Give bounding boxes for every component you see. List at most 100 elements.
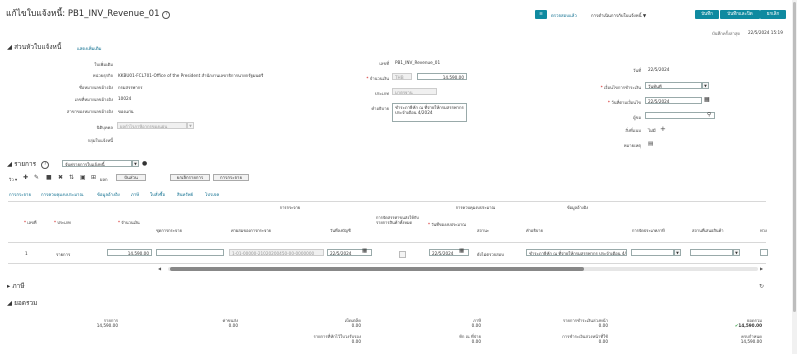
horizontal-scrollbar-thumb[interactable]	[170, 267, 584, 271]
row-more-field[interactable]	[760, 249, 768, 256]
column-header-distribution-set: ชุดการกระจาย	[156, 228, 182, 233]
payment-terms-dropdown-icon[interactable]: ▼	[702, 82, 709, 89]
edit-icon[interactable]: ✎	[34, 174, 39, 181]
match-lines-dropdown-icon[interactable]: ▼	[132, 160, 139, 167]
view-menu[interactable]: วิว ▾	[9, 176, 17, 183]
last-saved-value: 22/5/2024 15:19	[748, 30, 783, 35]
page-scrollbar-thumb[interactable]	[793, 2, 796, 312]
notes-label: หมายเหตุ	[623, 143, 641, 148]
tab-budget-control[interactable]: การควบคุมงบประมาณ	[41, 191, 83, 198]
invoice-group-label: กลุ่มใบแจ้งหนี้	[87, 138, 113, 143]
misc-value: 0.00	[351, 323, 361, 328]
column-header-more: ห่วง	[760, 228, 767, 233]
terms-date-label: * วันที่ตามเงื่อนไข	[607, 100, 641, 105]
scroll-right-icon[interactable]: ▶	[760, 266, 768, 271]
add-attachment-icon[interactable]: +	[660, 125, 666, 133]
invoice-number-value: PB1_INV_Revenue_01	[395, 60, 441, 65]
row-distribution-combination-field: 1-01-00000-21020200450-00-0000000	[229, 249, 324, 256]
help-icon[interactable]: ?	[162, 11, 171, 19]
tab-distribution[interactable]: การกระจาย	[9, 191, 31, 198]
calendar-icon[interactable]: ▦	[704, 96, 710, 103]
search-icon[interactable]: ⚲	[707, 112, 711, 118]
amount-input[interactable]: 14,590.00	[417, 73, 467, 80]
tax-section-title[interactable]: ▸ ภาษี	[7, 281, 25, 291]
invoice-number-label: เลขที่	[379, 61, 389, 66]
match-lines-select[interactable]: จับคู่รายการใบแจ้งหนี้	[62, 160, 132, 167]
export-link[interactable]: ผลก	[100, 176, 108, 183]
view-menu-label: วิว	[9, 177, 14, 182]
filter-icon[interactable]: ▣	[80, 174, 86, 181]
chevron-down-icon: ▼	[642, 14, 647, 19]
column-header-budget-date-text: วันที่ของงบประมาณ	[431, 222, 466, 227]
totals-section-title[interactable]: ◢ ยอดรวม	[7, 298, 37, 308]
calendar-icon[interactable]: ▦	[459, 248, 464, 254]
remove-icon[interactable]: ✖	[58, 174, 63, 181]
freight-allocation-checkbox[interactable]	[399, 251, 406, 258]
freight-value: 0.00	[228, 323, 238, 328]
delete-icon[interactable]: ■	[46, 174, 52, 181]
cancel-button[interactable]: ยกเลิก	[760, 10, 786, 19]
expand-triangle-icon: ▸	[7, 282, 11, 290]
split-icon[interactable]: ⇅	[69, 174, 74, 181]
collapse-triangle-icon: ◢	[7, 299, 12, 307]
row-amount-input[interactable]: 14,590.00	[107, 249, 152, 256]
column-header-ship-from: สถานที่เสนอสินค้า	[692, 228, 724, 233]
legal-entity-dropdown-icon: ▼	[187, 122, 194, 129]
tab-asset[interactable]: สินทรัพย์	[177, 191, 193, 198]
add-row-icon[interactable]: ✚	[23, 174, 28, 181]
description-textarea[interactable]: ชำระภาษีหัก ณ ที่จ่ายให้กรมสรรพากร ประจำ…	[392, 103, 467, 122]
invoice-actions-menu[interactable]: การดำเนินการกับใบแจ้งหนี้ ▼	[591, 12, 646, 19]
invoice-date-label: วันที่	[633, 68, 641, 73]
grand-total-value-text: 14,590.00	[738, 323, 762, 328]
column-header-freight-allocation: การจัดสรรค่าขนส่งให้กับรายการสินค้าทั้งห…	[376, 215, 419, 225]
collapse-triangle-icon: ◢	[7, 160, 12, 168]
distribute-button[interactable]: ปันส่วน	[116, 174, 146, 181]
row-type: รายการ	[56, 252, 71, 257]
go-icon[interactable]: ●	[142, 160, 147, 167]
tab-reference[interactable]: ข้อมูลอ้างอิง	[97, 191, 120, 198]
show-more-link[interactable]: แสดงเพิ่มเติม	[77, 45, 102, 52]
row-tax-classification-select[interactable]	[631, 249, 674, 256]
calendar-icon[interactable]: ▦	[362, 248, 367, 254]
withheld-lines-value: 0.00	[351, 339, 361, 344]
tab-project[interactable]: โปรเจค	[205, 191, 219, 198]
payment-terms-label-text: เงื่อนไขการชำระเงิน	[604, 85, 641, 90]
ship-from-dropdown-icon[interactable]: ▼	[733, 249, 740, 256]
row-distribution-set-input[interactable]	[156, 249, 224, 256]
terms-date-label-text: วันที่ตามเงื่อนไข	[611, 100, 641, 105]
cancel-line-button[interactable]: ยกเลิกรายการ	[170, 174, 210, 181]
type-label: ประเภท	[374, 91, 389, 96]
refresh-icon[interactable]: ↻	[759, 283, 764, 290]
attachments-value: ไม่มี	[648, 128, 656, 133]
row-description-input[interactable]: ชำระภาษีหัก ณ ที่จ่ายให้กรมสรรพากร ประจำ…	[526, 249, 627, 256]
header-section-title[interactable]: ◢ ส่วนหัวใบแจ้งหนี้	[7, 42, 61, 52]
save-close-button[interactable]: บันทึกและปิด	[720, 10, 760, 19]
save-button[interactable]: บันทึก	[695, 10, 719, 19]
notes-icon[interactable]: ▤	[648, 141, 653, 147]
row-ship-from-select[interactable]	[690, 249, 733, 256]
description-label: คำอธิบาย	[371, 106, 389, 111]
detach-icon[interactable]: ⊞	[91, 174, 96, 181]
menu-icon[interactable]: ≡	[535, 10, 547, 19]
reviewed-link[interactable]: ตรวจสอบแล้ว	[551, 12, 577, 19]
help-icon[interactable]: ?	[41, 161, 50, 169]
column-header-type-text: ประเภท	[57, 220, 71, 225]
tab-purchase-order[interactable]: ใบสั่งซื้อ	[150, 191, 165, 198]
header-section-title-text: ส่วนหัวใบแจ้งหนี้	[14, 43, 62, 51]
row-status: ยังไม่ตรวจสอบ	[477, 252, 504, 257]
supplier-number-label: เลขที่หมายเลขอ้างอิง	[74, 97, 113, 102]
tax-classification-dropdown-icon[interactable]: ▼	[674, 249, 681, 256]
table-top-border	[8, 201, 766, 202]
tab-tax[interactable]: ภาษี	[131, 191, 139, 198]
distributions-button[interactable]: การกระจาย	[213, 174, 249, 181]
collapse-triangle-icon: ◢	[7, 43, 12, 51]
terms-date-input[interactable]: 22/5/2024	[645, 97, 702, 104]
lines-section-title[interactable]: ◢ รายการ ?	[7, 159, 50, 169]
requester-input[interactable]	[645, 112, 715, 119]
currency-field: THB	[392, 73, 412, 80]
requester-label: ผู้ขอ	[633, 115, 641, 120]
total-lines-value: 14,590.00	[96, 323, 118, 328]
payment-terms-select[interactable]: วันทันที	[645, 82, 702, 89]
scroll-left-icon[interactable]: ◀	[158, 266, 166, 271]
page-title: แก้ไขใบแจ้งหนี้: PB1_INV_Revenue_01?	[6, 6, 171, 20]
